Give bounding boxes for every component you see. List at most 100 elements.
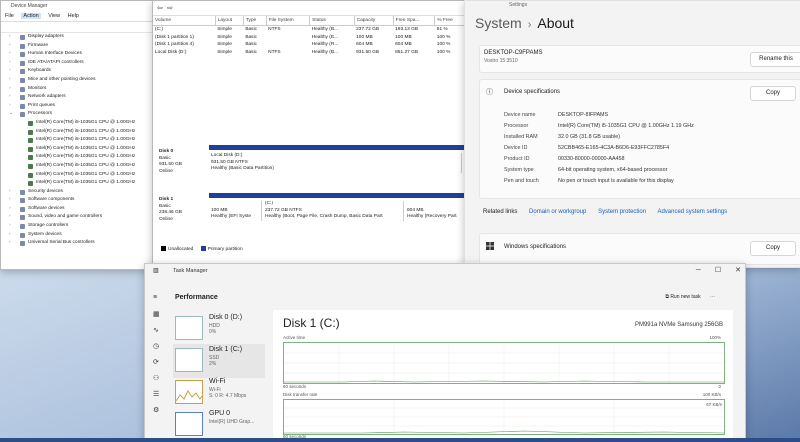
device-tree-child[interactable]: Intel(R) Core(TM) i5-1035G1 CPU @ 1.00GH… bbox=[9, 136, 153, 145]
device-tree-category[interactable]: › System devices bbox=[9, 231, 153, 240]
details-icon[interactable]: ☰ bbox=[153, 390, 159, 398]
table-row[interactable]: Local Disk (D:) Simple Basic NTFS Healthy (B… bbox=[153, 49, 465, 57]
device-tree-label: Keyboards bbox=[28, 68, 51, 74]
chevron-right-icon[interactable]: › bbox=[9, 196, 11, 205]
table-cell: (Disk 1 partition 1) bbox=[155, 34, 194, 40]
hamburger-icon[interactable]: ≡ bbox=[153, 294, 157, 301]
chevron-right-icon[interactable]: › bbox=[9, 85, 11, 94]
column-header[interactable]: Capacity bbox=[354, 16, 394, 26]
chevron-right-icon[interactable]: › bbox=[9, 213, 11, 222]
column-header[interactable]: Type bbox=[243, 16, 267, 26]
services-icon[interactable]: ⚙ bbox=[153, 406, 159, 414]
disk1-partition-efi[interactable]: 100 MB Healthy (EFI Syste bbox=[209, 201, 262, 221]
resource-disk0[interactable]: Disk 0 (D:) HDD 0% bbox=[173, 312, 265, 346]
breadcrumb-system[interactable]: System bbox=[475, 15, 522, 31]
chevron-right-icon[interactable]: › bbox=[9, 76, 11, 85]
column-header[interactable]: Free Spa... bbox=[393, 16, 436, 26]
device-tree-label: Security devices bbox=[28, 188, 63, 194]
resource-disk1[interactable]: Disk 1 (C:) SSD 2% bbox=[173, 344, 265, 378]
resource-gpu0[interactable]: GPU 0 Intel(R) UHD Grap... bbox=[173, 408, 265, 439]
chevron-right-icon[interactable]: › bbox=[9, 33, 11, 42]
device-category-icon bbox=[20, 232, 25, 238]
link-system-protection[interactable]: System protection bbox=[598, 209, 646, 215]
processes-icon[interactable]: ▦ bbox=[153, 310, 160, 318]
device-tree-child[interactable]: Intel(R) Core(TM) i5-1035G1 CPU @ 1.00GH… bbox=[9, 145, 153, 154]
chevron-right-icon[interactable]: › bbox=[9, 188, 11, 197]
device-tree-category[interactable]: › Display adapters bbox=[9, 33, 153, 42]
close-icon[interactable]: ✕ bbox=[735, 267, 741, 274]
performance-icon[interactable]: ∿ bbox=[153, 326, 159, 334]
task-manager-window[interactable]: ▥ Task Manager ─ ☐ ✕ ≡ ▦ ∿ ◷ ⟳ ⚇ ☰ ⚙ Perfo… bbox=[144, 263, 746, 440]
forward-arrow-icon[interactable]: ⇨ bbox=[167, 4, 173, 12]
menu-action[interactable]: Action bbox=[21, 13, 41, 19]
device-tree-category[interactable]: › Software components bbox=[9, 196, 153, 205]
device-manager-window[interactable]: Device Manager File Action View Help › Di… bbox=[0, 0, 154, 270]
table-row[interactable]: (C:) Simple Basic NTFS Healthy (B... 237.72 G… bbox=[153, 26, 465, 34]
menu-file[interactable]: File bbox=[5, 13, 14, 19]
maximize-icon[interactable]: ☐ bbox=[715, 267, 721, 274]
chevron-right-icon[interactable]: › bbox=[9, 231, 11, 240]
more-options-icon[interactable]: ⋯ bbox=[710, 294, 715, 300]
table-row[interactable]: (Disk 1 partition 1) Simple Basic Healthy (… bbox=[153, 34, 465, 42]
chevron-right-icon[interactable]: › bbox=[9, 67, 11, 76]
chevron-right-icon[interactable]: › bbox=[9, 102, 11, 111]
column-header[interactable]: Status bbox=[309, 16, 355, 26]
device-tree-child[interactable]: Intel(R) Core(TM) i5-1035G1 CPU @ 1.00GH… bbox=[9, 179, 153, 188]
device-tree-label: Sound, video and game controllers bbox=[28, 214, 103, 220]
chevron-right-icon[interactable]: › bbox=[9, 42, 11, 51]
rename-button[interactable]: Rename this bbox=[750, 52, 800, 67]
device-tree-child[interactable]: Intel(R) Core(TM) i5-1035G1 CPU @ 1.00GH… bbox=[9, 128, 153, 137]
menu-help[interactable]: Help bbox=[68, 13, 79, 19]
chevron-down-icon[interactable]: ⌄ bbox=[9, 110, 13, 119]
device-tree-category[interactable]: › Storage controllers bbox=[9, 222, 153, 231]
chevron-right-icon[interactable]: › bbox=[9, 205, 11, 214]
device-tree-category[interactable]: › IDE ATA/ATAPI controllers bbox=[9, 59, 153, 68]
table-cell bbox=[266, 34, 310, 42]
disk1-row[interactable]: Disk 1 Basic 238.46 GB Online 100 MB Hea… bbox=[153, 193, 465, 239]
device-tree-category[interactable]: › Keyboards bbox=[9, 67, 153, 76]
device-tree-child[interactable]: Intel(R) Core(TM) i5-1035G1 CPU @ 1.00GH… bbox=[9, 119, 153, 128]
disk0-partition[interactable]: Local Disk (D:) 931.50 GB NTFS Healthy (… bbox=[209, 153, 462, 173]
back-arrow-icon[interactable]: ⇦ bbox=[157, 4, 163, 12]
copy-specs-button[interactable]: Copy bbox=[750, 86, 796, 101]
settings-window[interactable]: Settings System › About DESKTOP-C9FPAMS Vo… bbox=[464, 0, 800, 268]
table-row[interactable]: (Disk 1 partition 4) Simple Basic Healthy (… bbox=[153, 41, 465, 49]
device-tree-category[interactable]: ⌄ Processors bbox=[9, 110, 153, 119]
column-header[interactable]: Layout bbox=[215, 16, 244, 26]
device-tree-child[interactable]: Intel(R) Core(TM) i5-1035G1 CPU @ 1.00GH… bbox=[9, 171, 153, 180]
chevron-right-icon[interactable]: › bbox=[9, 50, 11, 59]
menu-view[interactable]: View bbox=[48, 13, 60, 19]
column-header[interactable]: % Free bbox=[434, 16, 465, 26]
device-tree-category[interactable]: › Universal Serial Bus controllers bbox=[9, 239, 153, 248]
chevron-right-icon[interactable]: › bbox=[9, 59, 11, 68]
device-tree-category[interactable]: › Network adapters bbox=[9, 93, 153, 102]
disk1-partition-c[interactable]: (C:) 237.72 GB NTFS Healthy (Boot, Page … bbox=[263, 201, 404, 221]
run-new-task-button[interactable]: ⧉ Run new task ⋯ bbox=[665, 294, 715, 300]
device-tree-category[interactable]: › Mice and other pointing devices bbox=[9, 76, 153, 85]
device-tree-category[interactable]: › Software devices bbox=[9, 205, 153, 214]
disk-management-window[interactable]: ⇦ ⇨ Volume Layout Type File System Status Cap… bbox=[152, 0, 466, 268]
device-tree-category[interactable]: › Security devices bbox=[9, 188, 153, 197]
device-tree-category[interactable]: › Human Interface Devices bbox=[9, 50, 153, 59]
chevron-right-icon[interactable]: › bbox=[9, 222, 11, 231]
device-tree-category[interactable]: › Firmware bbox=[9, 42, 153, 51]
device-tree-child[interactable]: Intel(R) Core(TM) i5-1035G1 CPU @ 1.00GH… bbox=[9, 162, 153, 171]
device-tree-category[interactable]: › Monitors bbox=[9, 85, 153, 94]
link-domain[interactable]: Domain or workgroup bbox=[529, 209, 586, 215]
link-advanced-settings[interactable]: Advanced system settings bbox=[657, 209, 727, 215]
column-header[interactable]: File System bbox=[266, 16, 311, 26]
device-tree-category[interactable]: › Sound, video and game controllers bbox=[9, 213, 153, 222]
copy-windows-button[interactable]: Copy bbox=[750, 241, 796, 256]
disk1-partition-recovery[interactable]: 604 MB Healthy (Recovery Part bbox=[405, 201, 465, 221]
history-icon[interactable]: ◷ bbox=[153, 342, 159, 350]
device-tree-child[interactable]: Intel(R) Core(TM) i5-1035G1 CPU @ 1.00GH… bbox=[9, 153, 153, 162]
users-icon[interactable]: ⚇ bbox=[153, 374, 159, 382]
resource-wifi[interactable]: Wi-Fi Wi-Fi S: 0 R: 4.7 Mbps bbox=[173, 376, 265, 410]
column-header[interactable]: Volume bbox=[153, 16, 216, 26]
chevron-right-icon[interactable]: › bbox=[9, 93, 11, 102]
minimize-icon[interactable]: ─ bbox=[696, 267, 701, 274]
startup-icon[interactable]: ⟳ bbox=[153, 358, 159, 366]
disk0-row[interactable]: Disk 0 Basic 931.50 GB Online Local Disk… bbox=[153, 145, 465, 191]
device-tree-category[interactable]: › Print queues bbox=[9, 102, 153, 111]
chevron-right-icon[interactable]: › bbox=[9, 239, 11, 248]
